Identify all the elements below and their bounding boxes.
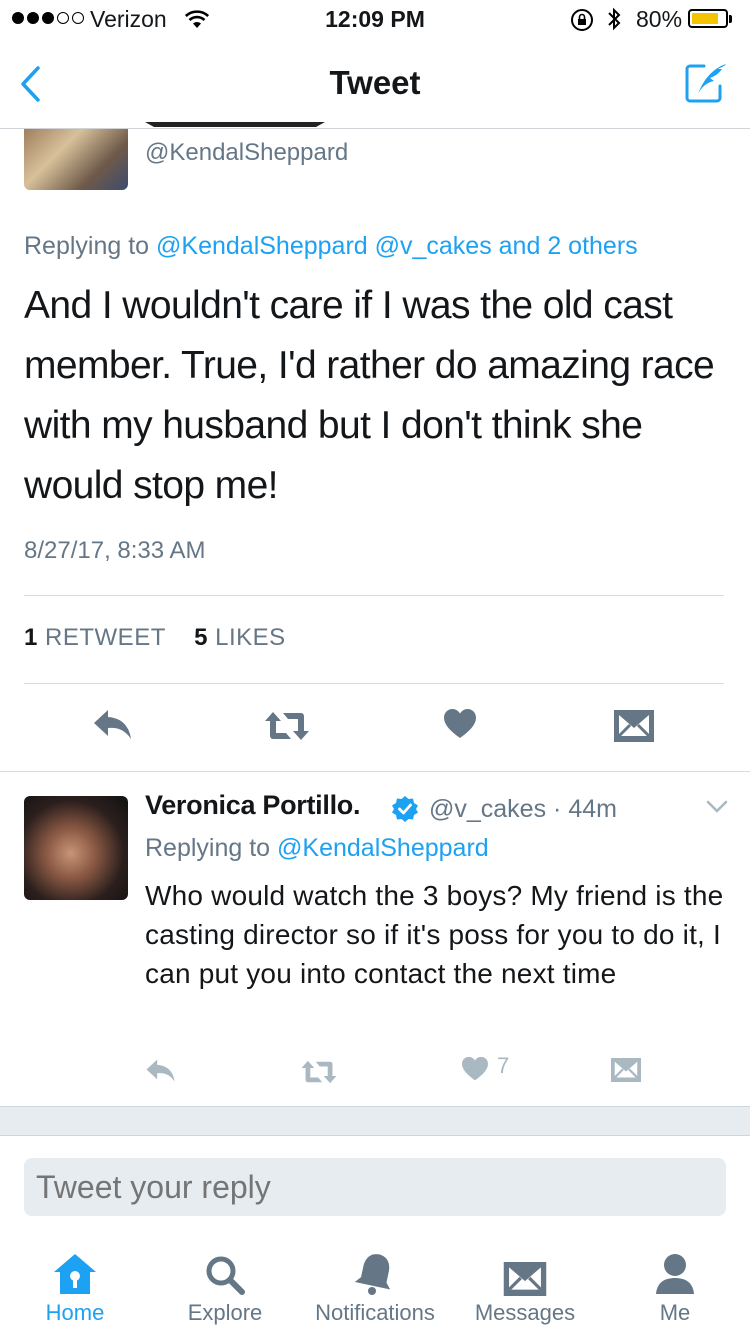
tab-label: Notifications bbox=[315, 1300, 435, 1325]
divider bbox=[24, 595, 724, 596]
tab-label: Messages bbox=[474, 1300, 576, 1325]
tweet-action-bar bbox=[0, 700, 750, 752]
likes-stat[interactable]: 5 LIKES bbox=[194, 624, 286, 651]
bottom-tab-bar: Home Explore Notifications Messages Me bbox=[0, 1240, 750, 1334]
divider bbox=[0, 771, 750, 772]
reply-replying-to-line: Replying to @KendalSheppard bbox=[145, 834, 489, 863]
tweet-reply-input[interactable] bbox=[24, 1158, 726, 1216]
tweet-text: And I wouldn't care if I was the old cas… bbox=[24, 284, 715, 507]
author-handle[interactable]: @KendalSheppard bbox=[145, 139, 348, 167]
direct-message-icon[interactable] bbox=[611, 1058, 641, 1082]
chevron-down-icon[interactable] bbox=[706, 800, 728, 814]
reply-meta: @v_cakes · 44m bbox=[429, 795, 617, 824]
reply-icon[interactable] bbox=[92, 708, 134, 742]
search-icon bbox=[206, 1256, 245, 1295]
reply-text: Who would watch the 3 boys? My friend is… bbox=[145, 880, 724, 989]
bluetooth-icon bbox=[608, 7, 621, 31]
orientation-lock-icon bbox=[571, 9, 593, 31]
tab-messages[interactable]: Messages bbox=[450, 1240, 600, 1326]
divider bbox=[24, 683, 724, 684]
bell-icon bbox=[355, 1254, 391, 1295]
reply-like-count: 7 bbox=[497, 1053, 510, 1078]
page-title: Tweet bbox=[329, 64, 421, 101]
reply-icon[interactable] bbox=[145, 1058, 177, 1084]
battery-percent: 80% bbox=[636, 6, 683, 32]
like-heart-icon[interactable] bbox=[461, 1056, 489, 1082]
author-name-cutoff bbox=[145, 122, 325, 127]
envelope-icon bbox=[503, 1262, 547, 1296]
replying-to-user-link[interactable]: @KendalSheppard bbox=[277, 834, 489, 862]
tweet-stats: 1 RETWEET 5 LIKES bbox=[24, 624, 286, 652]
navigation-bar: Tweet bbox=[0, 40, 750, 129]
home-icon bbox=[54, 1254, 96, 1294]
person-icon bbox=[656, 1254, 694, 1294]
retweet-icon[interactable] bbox=[300, 1059, 338, 1085]
tab-label: Explore bbox=[187, 1300, 263, 1325]
tab-me[interactable]: Me bbox=[600, 1240, 750, 1326]
tab-explore[interactable]: Explore bbox=[150, 1240, 300, 1326]
tab-label: Me bbox=[659, 1300, 691, 1325]
section-separator bbox=[0, 1106, 750, 1136]
compose-tweet-icon[interactable] bbox=[684, 62, 730, 104]
replying-to-prefix: Replying to bbox=[145, 834, 271, 862]
replying-to-users-link[interactable]: @KendalSheppard @v_cakes and 2 others bbox=[156, 232, 638, 260]
author-avatar[interactable] bbox=[24, 129, 128, 190]
retweets-stat[interactable]: 1 RETWEET bbox=[24, 624, 165, 651]
reply-time: · 44m bbox=[553, 795, 617, 823]
tab-home[interactable]: Home bbox=[0, 1240, 150, 1326]
reply-action-bar: 7 bbox=[0, 1050, 750, 1090]
reply-author-handle[interactable]: @v_cakes bbox=[429, 795, 546, 823]
verified-badge-icon bbox=[392, 796, 418, 822]
battery-icon bbox=[688, 9, 728, 28]
like-heart-icon[interactable] bbox=[443, 708, 477, 740]
status-bar: Verizon 12:09 PM 80% bbox=[0, 0, 750, 40]
reply-author-avatar[interactable] bbox=[24, 796, 128, 900]
replying-to-prefix: Replying to bbox=[24, 232, 150, 260]
direct-message-icon[interactable] bbox=[614, 710, 654, 742]
reply-author-name[interactable]: Veronica Portillo. bbox=[145, 790, 360, 821]
tab-notifications[interactable]: Notifications bbox=[300, 1240, 450, 1326]
tab-label: Home bbox=[45, 1300, 105, 1325]
tweet-timestamp: 8/27/17, 8:33 AM bbox=[24, 537, 206, 564]
replying-to-line: Replying to @KendalSheppard @v_cakes and… bbox=[24, 232, 638, 261]
retweet-icon[interactable] bbox=[263, 710, 311, 742]
